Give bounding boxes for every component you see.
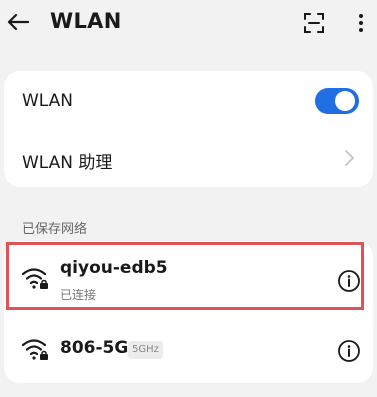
network-ssid: 806-5G — [60, 338, 129, 358]
scan-frame-icon — [304, 13, 324, 33]
info-icon[interactable] — [336, 268, 362, 294]
wlan-settings-card: WLAN WLAN 助理 — [4, 71, 373, 187]
network-ssid: qiyou-edb5 — [60, 258, 168, 278]
top-app-bar: WLAN — [0, 0, 377, 46]
page-title: WLAN — [50, 9, 122, 33]
wlan-label: WLAN — [22, 91, 74, 111]
arrow-left-icon — [7, 13, 29, 31]
wlan-assistant-row[interactable]: WLAN 助理 — [4, 129, 373, 187]
info-icon[interactable] — [336, 338, 362, 364]
back-button[interactable] — [4, 8, 32, 36]
toggle-knob — [335, 91, 355, 111]
wlan-toggle-switch[interactable] — [315, 88, 359, 114]
band-badge: 5GHz — [128, 341, 163, 359]
network-status: 已连接 — [60, 288, 97, 302]
more-options-button[interactable] — [350, 9, 372, 37]
wifi-locked-icon — [21, 339, 48, 360]
more-vertical-icon — [359, 14, 363, 32]
scan-button[interactable] — [300, 9, 328, 37]
wifi-locked-icon — [21, 268, 48, 289]
network-item-806-5g[interactable]: 806-5G 5GHz — [4, 314, 373, 380]
wlan-assistant-label: WLAN 助理 — [22, 153, 113, 173]
saved-networks-card: qiyou-edb5 已连接 806-5G 5GHz — [4, 241, 373, 383]
wlan-toggle-row[interactable]: WLAN — [4, 71, 373, 129]
network-item-qiyou-edb5[interactable]: qiyou-edb5 已连接 — [4, 244, 373, 310]
chevron-right-icon — [345, 150, 354, 166]
saved-networks-header: 已保存网络 — [22, 222, 88, 237]
